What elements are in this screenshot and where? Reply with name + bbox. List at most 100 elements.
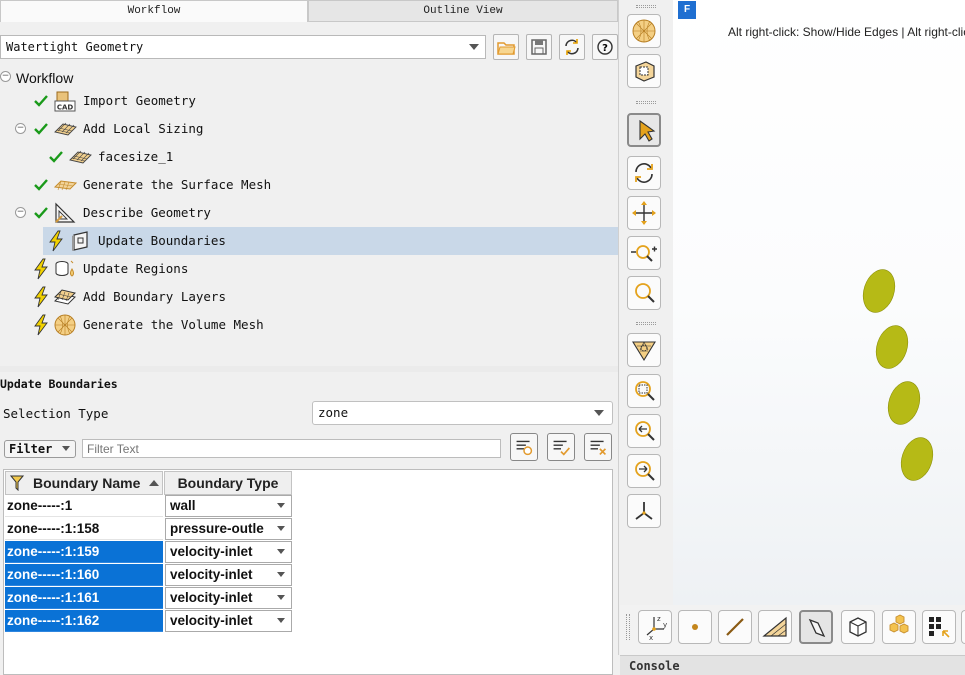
zoom-previous-button[interactable] xyxy=(627,414,661,448)
boundary-type-value: velocity-inlet xyxy=(170,590,253,605)
checkmark-icon xyxy=(49,151,63,163)
tree-item-add-boundary-layers[interactable]: Add Boundary Layers xyxy=(0,283,618,311)
triangle-face-icon xyxy=(762,616,787,637)
rotate-button[interactable] xyxy=(627,156,661,190)
refresh-workflow-button[interactable] xyxy=(559,34,585,60)
workflow-type-select[interactable]: Watertight Geometry xyxy=(0,35,486,59)
axes-view-button[interactable] xyxy=(627,494,661,528)
edge-filter-button[interactable] xyxy=(718,610,752,644)
funnel-icon[interactable] xyxy=(10,475,24,491)
zoom-button[interactable] xyxy=(627,276,661,310)
boundary-type-value: pressure-outle xyxy=(170,521,264,536)
toolbar-grip[interactable] xyxy=(636,101,656,104)
point-icon xyxy=(692,624,698,630)
column-header-boundary-name[interactable]: Boundary Name xyxy=(5,471,163,495)
chevron-down-icon xyxy=(277,549,285,554)
boundary-type-value: velocity-inlet xyxy=(170,613,253,628)
sphere-mesh-icon xyxy=(632,19,656,43)
display-mesh-button[interactable] xyxy=(627,14,661,48)
inlet-zone-surface[interactable] xyxy=(883,377,925,428)
column-header-boundary-type[interactable]: Boundary Type xyxy=(164,471,292,495)
tree-item-add-local-sizing[interactable]: − Add Local Sizing xyxy=(0,115,618,143)
svg-text:x: x xyxy=(649,634,653,642)
tree-item-update-regions[interactable]: Update Regions xyxy=(0,255,618,283)
collapse-icon[interactable]: − xyxy=(15,123,26,134)
selection-type-select[interactable]: zone xyxy=(312,401,613,425)
tree-item-import-geometry[interactable]: CAD Import Geometry xyxy=(0,87,618,115)
console-tab[interactable]: Console xyxy=(620,655,965,675)
viewport-hint-text: Alt right-click: Show/Hide Edges | Alt r… xyxy=(728,25,965,39)
tree-item-facesize-1[interactable]: facesize_1 xyxy=(0,143,618,171)
surface-mesh-icon xyxy=(53,180,77,191)
filter-text-input[interactable] xyxy=(82,439,501,458)
tree-item-describe-geometry[interactable]: − Describe Geometry xyxy=(0,199,618,227)
boundary-type-value: velocity-inlet xyxy=(170,544,253,559)
tree-item-update-boundaries[interactable]: Update Boundaries xyxy=(43,227,618,255)
boundary-name-cell[interactable]: zone-----:1:158 xyxy=(5,518,163,540)
cad-import-icon: CAD xyxy=(54,91,76,112)
xyz-filter-button[interactable]: zy x xyxy=(638,610,672,644)
panel-splitter[interactable] xyxy=(0,366,618,372)
regions-icon xyxy=(55,260,74,277)
tab-workflow[interactable]: Workflow xyxy=(0,0,308,22)
refresh-icon xyxy=(565,39,579,55)
inlet-zone-surface[interactable] xyxy=(871,321,913,372)
boundary-type-select[interactable]: pressure-outle xyxy=(165,518,292,540)
filter-select-button[interactable] xyxy=(510,433,538,461)
body-filter-button[interactable] xyxy=(841,610,875,644)
toolbar-grip[interactable] xyxy=(636,322,656,325)
volume-mesh-icon xyxy=(54,314,76,336)
boundary-type-select[interactable]: velocity-inlet xyxy=(165,541,292,563)
edge-line-icon xyxy=(726,618,744,636)
checkmark-icon xyxy=(34,179,48,191)
filter-apply-button[interactable] xyxy=(547,433,575,461)
boundary-type-value: velocity-inlet xyxy=(170,567,253,582)
collapse-icon[interactable]: − xyxy=(0,71,11,82)
boundary-type-select[interactable]: velocity-inlet xyxy=(165,564,292,586)
filter-clear-button[interactable] xyxy=(584,433,612,461)
tab-outline-view[interactable]: Outline View xyxy=(308,0,618,22)
cubes-group-icon xyxy=(889,614,909,634)
inlet-zone-surface[interactable] xyxy=(896,433,938,484)
zoom-fit-icon xyxy=(635,381,655,401)
boundary-name-cell[interactable]: zone-----:1:160 xyxy=(5,564,163,586)
point-filter-button[interactable] xyxy=(678,610,712,644)
graphics-viewport[interactable] xyxy=(673,0,965,605)
display-geometry-button[interactable] xyxy=(627,54,661,88)
open-workflow-button[interactable] xyxy=(493,34,519,60)
boundary-type-select[interactable]: velocity-inlet xyxy=(165,610,292,632)
inlet-zone-surface[interactable] xyxy=(858,265,900,316)
boundary-name-cell[interactable]: zone-----:1 xyxy=(5,495,163,517)
select-pointer-button[interactable] xyxy=(627,113,661,147)
xyz-axes-icon: zy x xyxy=(646,615,667,642)
save-workflow-button[interactable] xyxy=(526,34,552,60)
tree-item-generate-surface-mesh[interactable]: Generate the Surface Mesh xyxy=(0,171,618,199)
probe-button[interactable] xyxy=(627,333,661,367)
filter-dropdown-button[interactable]: Filter xyxy=(4,440,76,458)
boundary-name-cell[interactable]: zone-----:1:159 xyxy=(5,541,163,563)
zoom-next-button[interactable] xyxy=(627,454,661,488)
toolbar-grip[interactable] xyxy=(636,5,656,8)
boundary-type-select[interactable]: velocity-inlet xyxy=(165,587,292,609)
zone-filter-button[interactable] xyxy=(799,610,833,644)
boundary-name-cell[interactable]: zone-----:1:162 xyxy=(5,610,163,632)
tree-item-generate-volume-mesh[interactable]: Generate the Volume Mesh xyxy=(0,311,618,339)
zoom-to-fit-button[interactable] xyxy=(627,374,661,408)
boundary-type-select[interactable]: wall xyxy=(165,495,292,517)
object-filter-button[interactable] xyxy=(882,610,916,644)
toolbar-grip[interactable] xyxy=(626,614,630,640)
zoom-in-out-button[interactable] xyxy=(627,236,661,270)
boundary-name-cell[interactable]: zone-----:1:161 xyxy=(5,587,163,609)
filter-label: Filter xyxy=(9,442,53,456)
zone-surface-icon xyxy=(808,618,826,638)
axes-icon xyxy=(635,502,653,520)
pan-button[interactable] xyxy=(627,196,661,230)
collapse-icon[interactable]: − xyxy=(15,207,26,218)
zoom-forward-icon xyxy=(635,461,655,481)
chevron-down-icon xyxy=(594,410,604,416)
help-icon: ? xyxy=(597,39,613,55)
help-button[interactable]: ? xyxy=(592,34,618,60)
overflow-button[interactable] xyxy=(961,610,965,644)
face-filter-button[interactable] xyxy=(758,610,792,644)
multi-select-filter-button[interactable] xyxy=(922,610,956,644)
